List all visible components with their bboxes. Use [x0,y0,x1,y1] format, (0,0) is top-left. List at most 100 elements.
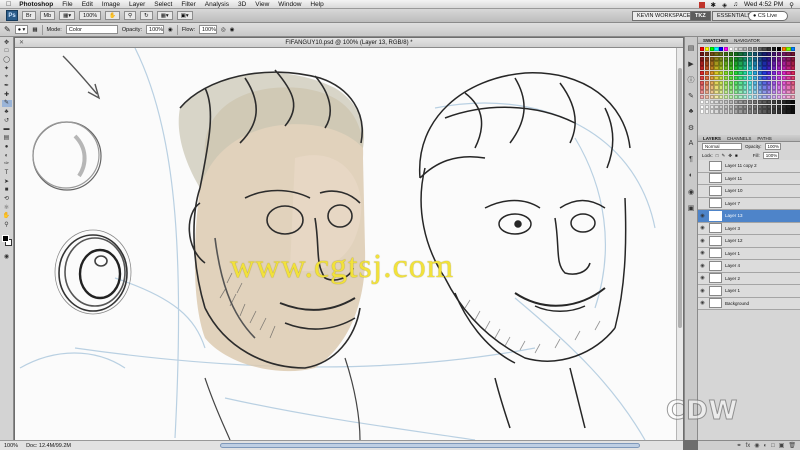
color-swatch[interactable] [776,90,782,95]
color-swatch[interactable] [762,61,767,66]
color-swatch[interactable] [781,85,786,90]
color-swatch[interactable] [719,56,724,61]
color-swatch[interactable] [723,66,729,71]
color-swatch[interactable] [762,90,767,95]
color-swatch[interactable] [738,85,743,90]
color-swatch[interactable] [743,51,748,57]
menu-select[interactable]: Select [154,1,172,8]
workspace-tkz-button[interactable]: TKZ [690,11,711,21]
color-swatch[interactable] [767,109,772,114]
color-swatch[interactable] [733,80,738,85]
color-swatch[interactable] [704,70,710,76]
color-swatch[interactable] [786,80,791,85]
color-swatch[interactable] [786,109,791,114]
color-swatch[interactable] [743,90,748,95]
color-swatch[interactable] [771,85,777,90]
color-swatch[interactable] [786,56,791,61]
color-swatch[interactable] [728,104,734,109]
vertical-scrollbar[interactable] [676,48,683,440]
color-swatch[interactable] [728,61,734,66]
lock-position-icon[interactable]: ✥ [728,153,732,159]
adjustment-layer-icon[interactable]: ◐ [763,443,767,449]
color-swatch[interactable] [781,51,786,57]
color-swatch[interactable] [781,61,786,66]
menu-layer[interactable]: Layer [129,1,145,8]
color-swatch[interactable] [771,66,777,71]
type-tool-icon[interactable]: T [2,169,12,176]
menu-edit[interactable]: Edit [82,1,93,8]
layer-row[interactable]: ◉ Layer 1 [698,285,800,298]
color-swatch[interactable] [776,51,782,57]
bridge-button[interactable]: Br [22,11,36,20]
gradient-tool-icon[interactable]: ▤ [2,135,12,142]
quick-select-tool-icon[interactable]: ✦ [2,65,12,72]
menu-analysis[interactable]: Analysis [205,1,229,8]
color-swatch[interactable] [757,90,762,95]
blend-mode-select[interactable]: Normal [702,143,742,150]
eyedropper-tool-icon[interactable]: ✒ [2,82,12,89]
color-swatch[interactable] [771,104,777,109]
status-red-icon[interactable] [698,1,705,8]
color-swatch[interactable] [747,47,753,52]
color-swatch[interactable] [723,80,729,85]
color-swatch[interactable] [781,99,786,105]
color-swatch[interactable] [762,104,767,109]
color-swatch[interactable] [762,47,767,52]
zoom-tool-button[interactable]: ⚲ [124,11,137,20]
lasso-tool-icon[interactable]: ◯ [2,56,12,63]
doc-size-status[interactable]: Doc: 12.4M/99.2M [26,443,71,449]
color-swatch[interactable] [747,61,753,66]
volume-icon[interactable]: ♫ [733,1,738,8]
color-swatch[interactable] [757,85,762,90]
color-swatch[interactable] [757,94,762,100]
eraser-tool-icon[interactable]: ▬ [2,126,12,133]
color-swatch[interactable] [709,56,714,61]
clock[interactable]: Wed 4:52 PM [744,1,783,8]
character-panel-icon[interactable]: A [687,139,696,148]
menu-3d[interactable]: 3D [238,1,246,8]
color-swatch[interactable] [767,85,772,90]
color-swatch[interactable] [709,80,714,85]
color-swatch[interactable] [709,47,714,52]
color-swatch[interactable] [709,90,714,95]
add-mask-icon[interactable]: ◉ [754,442,759,449]
color-swatch[interactable] [719,104,724,109]
color-swatch[interactable] [776,85,782,90]
color-swatch[interactable] [771,109,777,114]
shape-tool-icon[interactable]: ■ [2,187,12,194]
pressure-opacity-icon[interactable]: ◉ [168,27,173,33]
color-swatch[interactable] [714,85,719,90]
color-swatch[interactable] [767,61,772,66]
color-swatch[interactable] [723,90,729,95]
color-swatch[interactable] [728,56,734,61]
color-swatch[interactable] [767,104,772,109]
color-swatch[interactable] [786,99,791,105]
color-swatch[interactable] [771,51,777,57]
spotlight-icon[interactable]: ⚲ [789,1,794,9]
color-swatch[interactable] [714,99,719,105]
rotate-view-button[interactable]: ↻ [140,11,153,20]
color-swatch[interactable] [700,47,705,52]
color-swatch[interactable] [714,51,719,57]
tab-channels[interactable]: CHANNELS [727,136,752,141]
color-swatch[interactable] [762,94,767,100]
color-swatch[interactable] [700,51,705,57]
blur-tool-icon[interactable]: ● [2,143,12,150]
color-swatch[interactable] [700,80,705,85]
tool-presets-panel-icon[interactable]: ⚙ [687,123,696,132]
color-swatch[interactable] [791,70,796,76]
color-swatch[interactable] [704,66,710,71]
color-swatch[interactable] [733,75,738,81]
layer-row[interactable]: ◉ Layer 13 [698,210,800,223]
color-swatch[interactable] [719,99,724,105]
lock-transparent-icon[interactable]: □ [716,153,719,158]
color-swatch[interactable] [714,75,719,81]
color-swatch[interactable] [728,99,734,105]
color-swatch[interactable] [704,61,710,66]
color-swatch[interactable] [723,85,729,90]
color-swatch[interactable] [704,47,710,52]
color-swatch[interactable] [776,66,782,71]
color-swatch[interactable] [757,75,762,81]
color-swatch[interactable] [700,61,705,66]
color-swatch[interactable] [733,66,738,71]
